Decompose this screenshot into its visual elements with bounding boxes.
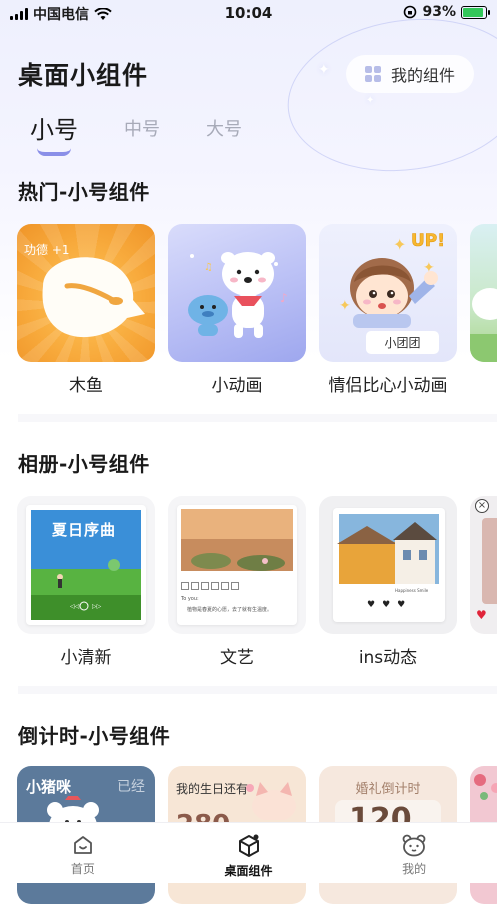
tab-small-label: 小号 xyxy=(30,116,78,144)
letter-greeting: To you: xyxy=(181,596,199,602)
elapsed-label: 已经 xyxy=(117,779,145,795)
album-title-text: 夏日序曲 xyxy=(52,521,117,539)
svg-text:♫: ♫ xyxy=(204,262,213,273)
widget-thumb-partial[interactable] xyxy=(470,224,497,362)
status-bar: 中国电信 10:04 93% xyxy=(0,0,497,26)
active-tab-indicator xyxy=(37,148,71,156)
pet-name: 小猪咪 xyxy=(26,778,72,796)
widget-thumb-fresh[interactable]: ◁◁ ▷▷ 夏日序曲 xyxy=(17,496,155,634)
photo-frame: Happiness Smile ♥ ♥ ♥ xyxy=(333,508,445,622)
svg-text:✦: ✦ xyxy=(339,298,351,314)
widget-card-fresh[interactable]: ◁◁ ▷▷ 夏日序曲 小清新 xyxy=(17,496,155,668)
svg-text:▷▷: ▷▷ xyxy=(92,603,102,610)
widget-card-partial[interactable] xyxy=(470,224,497,396)
widget-caption: 木鱼 xyxy=(69,376,103,396)
widget-caption: 情侣比心小动画 xyxy=(328,376,448,396)
sparkle-icon: ✦ xyxy=(318,62,330,78)
widget-thumb-couple[interactable]: UP! ✦ ✦ ✦ 小团团 xyxy=(319,224,457,362)
widget-thumb-partial[interactable]: ♥ xyxy=(470,496,497,634)
widget-thumb-ins[interactable]: Happiness Smile ♥ ♥ ♥ xyxy=(319,496,457,634)
landscape-illustration xyxy=(470,288,497,362)
battery-percent: 93% xyxy=(422,4,456,20)
tab-medium[interactable]: 中号 xyxy=(124,110,160,145)
heart-icon: ♥ xyxy=(476,608,487,622)
widget-caption: 小动画 xyxy=(211,376,263,396)
heart-icon: ♥ xyxy=(367,600,376,610)
section-title-hot: 热门-小号组件 xyxy=(18,180,150,204)
battery-icon xyxy=(461,5,490,19)
nav-profile[interactable]: 我的 xyxy=(331,823,497,883)
widget-caption: 文艺 xyxy=(220,648,254,668)
home-icon xyxy=(73,836,92,854)
widget-cube-icon xyxy=(238,834,259,857)
wedding-label: 婚礼倒计时 xyxy=(355,782,421,797)
widget-card-couple[interactable]: UP! ✦ ✦ ✦ 小团团 情侣比心小动画 xyxy=(319,224,457,396)
widget-card-muyu[interactable]: 功德 +1 木鱼 xyxy=(17,224,155,396)
widget-card-artsy[interactable]: To you: 植物是春夏的心愿，去了就有生温度。 文艺 xyxy=(168,496,306,668)
my-widgets-label: 我的组件 xyxy=(390,66,455,85)
letter-body: 植物是春夏的心愿，去了就有生温度。 xyxy=(187,607,273,613)
tab-large[interactable]: 大号 xyxy=(206,110,242,145)
nav-home-label: 首页 xyxy=(70,862,95,876)
ins-caption-text: Happiness Smile xyxy=(395,588,429,593)
heart-icon: ♥ xyxy=(397,600,406,610)
heart-icon: ♥ xyxy=(382,600,391,610)
sparkle-icon: ✦ xyxy=(366,95,375,106)
section-title-album: 相册-小号组件 xyxy=(18,452,150,476)
section-title-countdown: 倒计时-小号组件 xyxy=(18,724,171,748)
svg-text:✦: ✦ xyxy=(393,235,406,254)
bottom-navigation: 首页 桌面组件 我的 xyxy=(0,822,497,883)
album-widget-row: ◁◁ ▷▷ 夏日序曲 小清新 To you: 植物是春夏的心愿，去了就有生温度。… xyxy=(17,496,497,668)
nav-widgets[interactable]: 桌面组件 xyxy=(166,823,332,883)
nav-widgets-label: 桌面组件 xyxy=(224,864,273,878)
page-title: 桌面小组件 xyxy=(18,61,149,90)
cat-illustration xyxy=(246,782,296,820)
heart-row: ♥ ♥ ♥ xyxy=(367,600,405,610)
couple-name-badge: 小团团 xyxy=(366,331,439,354)
section-divider xyxy=(18,686,497,694)
size-tabs: 小号 中号 大号 xyxy=(30,110,242,156)
cartoon-characters-illustration: ♪ ♫ xyxy=(188,252,288,338)
photo-frame xyxy=(482,518,497,604)
widget-caption: 小清新 xyxy=(60,648,112,668)
photo-frame: To you: 植物是春夏的心愿，去了就有生温度。 xyxy=(177,505,297,625)
rotation-lock-icon xyxy=(404,5,417,19)
hot-widget-row: 功德 +1 木鱼 ♪ ♫ 小动画 UP! ✦ ✦ ✦ 小团团 情侣比心小动画 xyxy=(17,224,497,396)
empty-boxes xyxy=(181,582,239,590)
widget-thumb-muyu[interactable]: 功德 +1 xyxy=(17,224,155,362)
svg-text:◁◁: ◁◁ xyxy=(70,603,80,610)
my-widgets-button[interactable]: 我的组件 xyxy=(346,55,474,93)
tab-small[interactable]: 小号 xyxy=(30,110,78,156)
widget-card-ins[interactable]: Happiness Smile ♥ ♥ ♥ ins动态 xyxy=(319,496,457,668)
sunset-photo xyxy=(181,509,293,571)
birthday-label: 我的生日还有 xyxy=(176,782,249,796)
up-sticker-text: UP! xyxy=(411,231,445,251)
profile-bear-icon xyxy=(402,834,426,857)
status-right: 93% xyxy=(403,4,490,20)
svg-text:♪: ♪ xyxy=(280,291,288,305)
widget-thumb-animation[interactable]: ♪ ♫ xyxy=(168,224,306,362)
widget-card-partial[interactable]: ♥ xyxy=(470,496,497,668)
flower-illustration xyxy=(474,774,497,800)
widget-thumb-artsy[interactable]: To you: 植物是春夏的心愿，去了就有生温度。 xyxy=(168,496,306,634)
nav-home[interactable]: 首页 xyxy=(0,823,166,883)
photo-frame: ◁◁ ▷▷ 夏日序曲 xyxy=(26,505,146,625)
widget-grid-icon xyxy=(364,66,381,82)
close-icon[interactable]: × xyxy=(475,499,489,513)
widget-caption: ins动态 xyxy=(358,648,418,668)
widget-card-animation[interactable]: ♪ ♫ 小动画 xyxy=(168,224,306,396)
wooden-fish-icon xyxy=(42,257,145,338)
section-divider xyxy=(18,414,497,422)
nav-profile-label: 我的 xyxy=(402,862,427,876)
